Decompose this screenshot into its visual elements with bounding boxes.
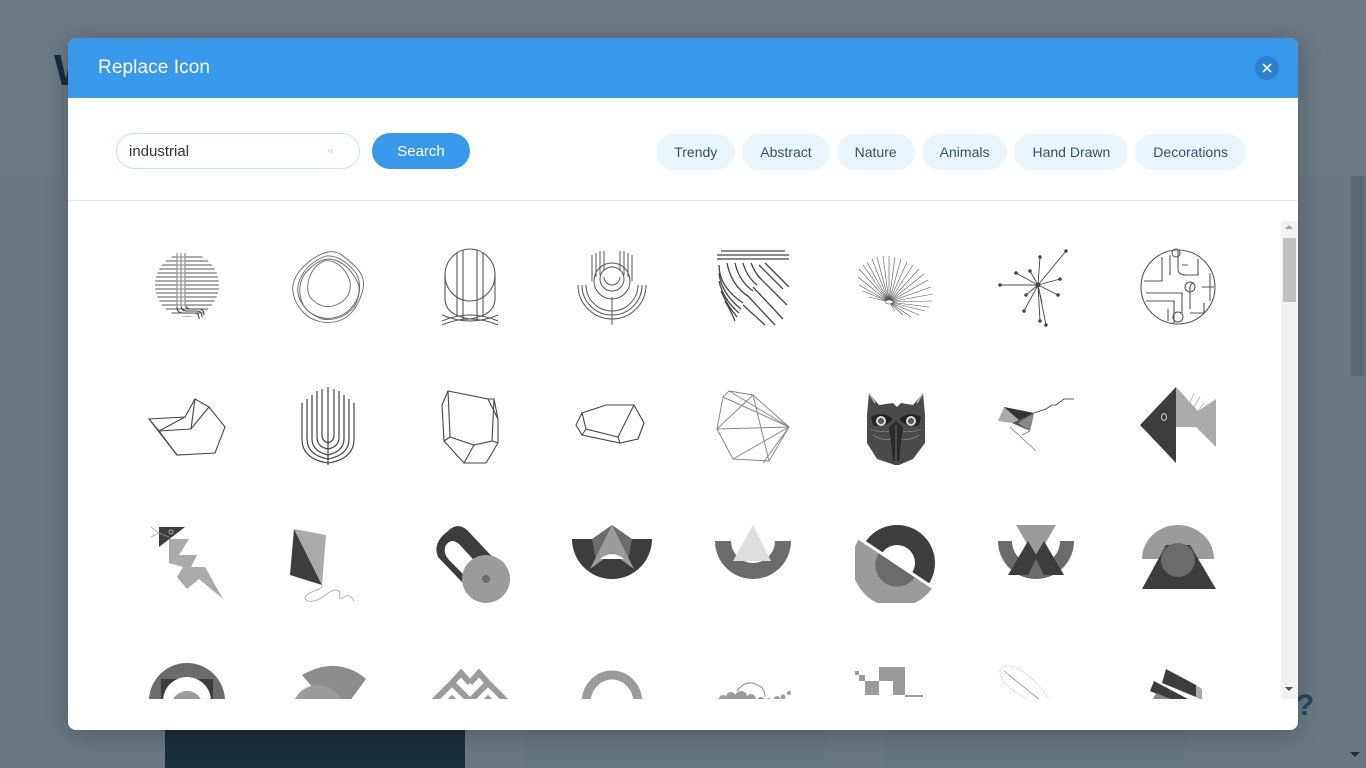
folded-polyhedron-icon	[147, 398, 226, 456]
icon-result[interactable]	[1107, 361, 1249, 499]
starburst-dots-icon	[998, 249, 1069, 327]
tape-roll-icon	[436, 526, 510, 603]
category-chip-hand-drawn[interactable]: Hand Drawn	[1014, 134, 1129, 170]
search-button[interactable]: Search	[372, 133, 470, 169]
close-button[interactable]	[1255, 56, 1279, 80]
close-icon	[1262, 63, 1272, 73]
icon-result[interactable]	[682, 637, 824, 699]
category-chip-trendy[interactable]: Trendy	[656, 134, 736, 170]
wavy-ring-icon	[292, 251, 365, 324]
search-field	[116, 133, 360, 169]
zigzag-diamonds-icon	[431, 668, 509, 699]
icon-result[interactable]	[682, 361, 824, 499]
icon-result[interactable]	[824, 361, 966, 499]
icon-results	[68, 201, 1280, 699]
icon-result[interactable]	[399, 499, 541, 637]
icon-result[interactable]	[966, 361, 1108, 499]
circuit-circle-icon	[1140, 248, 1216, 325]
scroll-down-arrow-icon[interactable]	[1285, 687, 1293, 691]
scrollbar-thumb[interactable]	[1283, 238, 1296, 302]
icon-result[interactable]	[258, 499, 400, 637]
arch-target-icon	[148, 663, 225, 699]
icon-result[interactable]	[1107, 499, 1249, 637]
rough-stone-icon	[574, 404, 645, 444]
dome-triangle-icon	[1141, 525, 1216, 589]
icon-result[interactable]	[682, 223, 824, 361]
bowl-triangle-icon	[715, 525, 792, 579]
search-toolbar: Search Trendy Abstract Nature Animals Ha…	[68, 98, 1298, 201]
icon-result[interactable]	[541, 499, 683, 637]
striped-circle-icon	[154, 253, 219, 320]
origami-bird-icon	[998, 398, 1075, 452]
icon-result[interactable]	[966, 499, 1108, 637]
semicircle-arrow-icon	[571, 525, 652, 579]
icon-result[interactable]	[541, 637, 683, 699]
icon-result[interactable]	[824, 499, 966, 637]
icon-result[interactable]	[116, 361, 258, 499]
hourglass-bowl-icon	[998, 525, 1075, 579]
split-ring-icon	[854, 525, 935, 603]
search-input[interactable]	[129, 142, 328, 160]
category-chip-animals[interactable]: Animals	[921, 134, 1008, 170]
search-icon[interactable]	[328, 141, 333, 161]
icon-result[interactable]	[116, 499, 258, 637]
icon-result[interactable]	[824, 637, 966, 699]
kite-icon	[290, 529, 355, 602]
icon-result[interactable]	[258, 223, 400, 361]
icon-result[interactable]	[116, 223, 258, 361]
arch-circles-icon	[581, 670, 642, 699]
icon-result[interactable]	[824, 223, 966, 361]
icon-result[interactable]	[966, 637, 1108, 699]
results-scrollbar[interactable]	[1281, 221, 1298, 699]
bubble-wave-icon	[715, 682, 792, 699]
leaf-sketch-icon	[999, 665, 1050, 699]
dialog-title: Replace Icon	[98, 57, 211, 78]
category-chip-decorations[interactable]: Decorations	[1135, 134, 1246, 170]
replace-icon-dialog: Replace Icon Search Trendy Abstract Natu…	[68, 38, 1298, 730]
category-chip-nature[interactable]: Nature	[836, 134, 915, 170]
icon-result[interactable]	[399, 637, 541, 699]
concentric-arches-icon	[577, 251, 647, 325]
oval-lines-icon	[441, 248, 499, 326]
owl-mask-icon	[866, 392, 925, 465]
icon-result[interactable]	[399, 223, 541, 361]
nested-arches-icon	[301, 387, 355, 465]
pixel-blocks-icon	[854, 667, 923, 697]
icon-result[interactable]	[258, 361, 400, 499]
icon-result[interactable]	[541, 361, 683, 499]
icon-result[interactable]	[1107, 223, 1249, 361]
icon-result[interactable]	[116, 637, 258, 699]
line-burst-oval-icon	[857, 255, 933, 318]
zigzag-bird-icon	[150, 526, 223, 599]
icon-result[interactable]	[682, 499, 824, 637]
icon-result[interactable]	[1107, 637, 1249, 699]
fingerprint-shield-icon	[717, 250, 790, 326]
icon-result[interactable]	[399, 361, 541, 499]
crystal-gem-icon	[441, 390, 499, 464]
icon-result[interactable]	[966, 223, 1108, 361]
stacked-bars-icon	[1149, 669, 1202, 699]
fan-segment-icon	[295, 665, 367, 699]
icon-result[interactable]	[258, 637, 400, 699]
category-chip-abstract[interactable]: Abstract	[742, 134, 830, 170]
scroll-up-arrow-icon[interactable]	[1285, 225, 1293, 229]
dialog-header: Replace Icon	[68, 38, 1298, 98]
icon-grid	[116, 223, 1249, 699]
geometric-fish-icon	[1139, 387, 1216, 463]
category-chips: Trendy Abstract Nature Animals Hand Draw…	[656, 134, 1246, 170]
icon-result[interactable]	[541, 223, 683, 361]
wire-polygon-icon	[716, 390, 791, 464]
